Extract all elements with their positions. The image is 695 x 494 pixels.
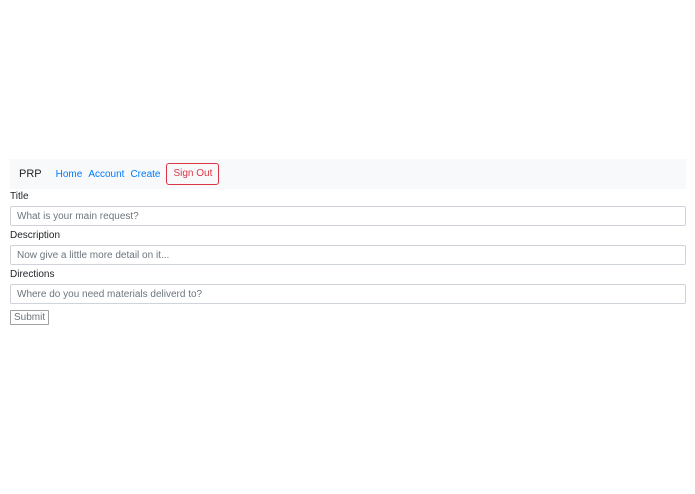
navbar: PRP Home Account Create Sign Out <box>10 159 686 189</box>
nav-link-account[interactable]: Account <box>88 169 124 180</box>
title-input[interactable] <box>10 206 686 226</box>
brand-logo[interactable]: PRP <box>19 168 42 180</box>
page: PRP Home Account Create Sign Out Title D… <box>0 0 695 494</box>
description-input[interactable] <box>10 245 686 265</box>
sign-out-button[interactable]: Sign Out <box>166 163 220 185</box>
request-form: Title Description Directions Submit <box>10 190 686 325</box>
nav-link-create[interactable]: Create <box>130 169 160 180</box>
nav-link-home[interactable]: Home <box>56 169 83 180</box>
directions-label: Directions <box>10 269 55 280</box>
description-label: Description <box>10 230 61 241</box>
title-label: Title <box>10 191 29 202</box>
directions-input[interactable] <box>10 284 686 304</box>
submit-button[interactable]: Submit <box>10 310 50 325</box>
